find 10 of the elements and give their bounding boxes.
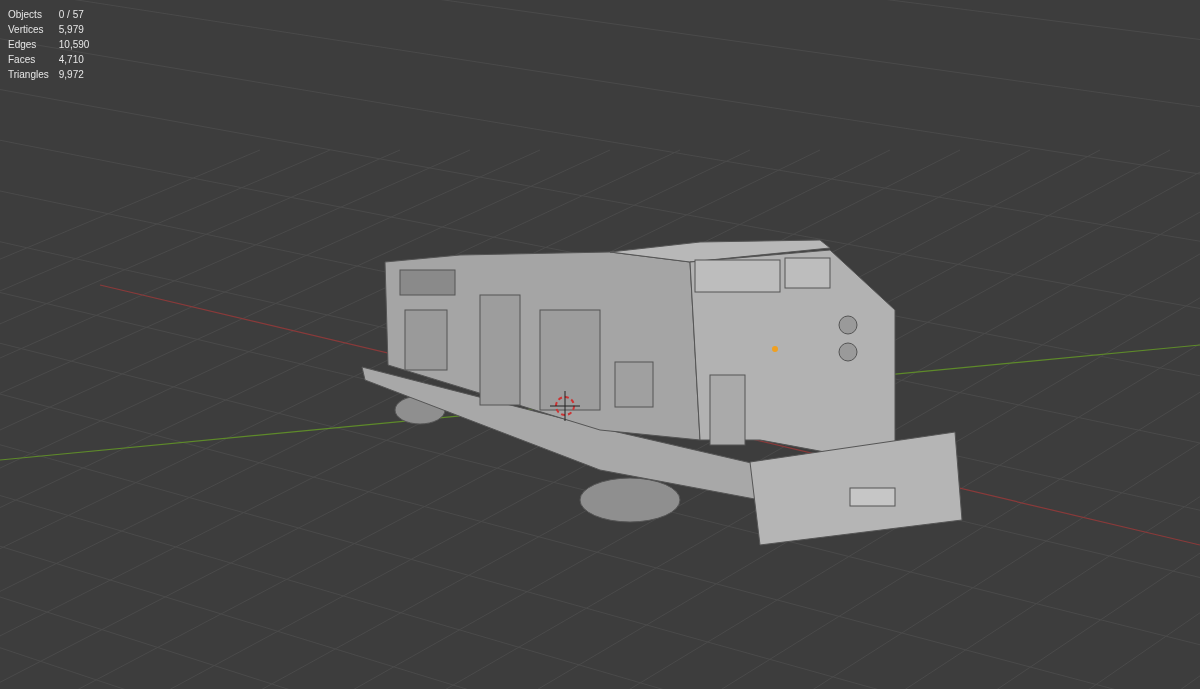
- stat-value: 10,590: [58, 38, 90, 52]
- stat-value: 9,972: [58, 68, 85, 82]
- stat-value: 5,979: [58, 23, 85, 37]
- stat-label: Objects: [8, 8, 43, 22]
- stat-label: Triangles: [8, 68, 49, 82]
- stat-label: Edges: [8, 38, 38, 52]
- stat-label: Vertices: [8, 23, 45, 37]
- stat-value: 0 / 57: [58, 8, 85, 22]
- stat-label: Faces: [8, 53, 37, 67]
- stat-value: 4,710: [58, 53, 85, 67]
